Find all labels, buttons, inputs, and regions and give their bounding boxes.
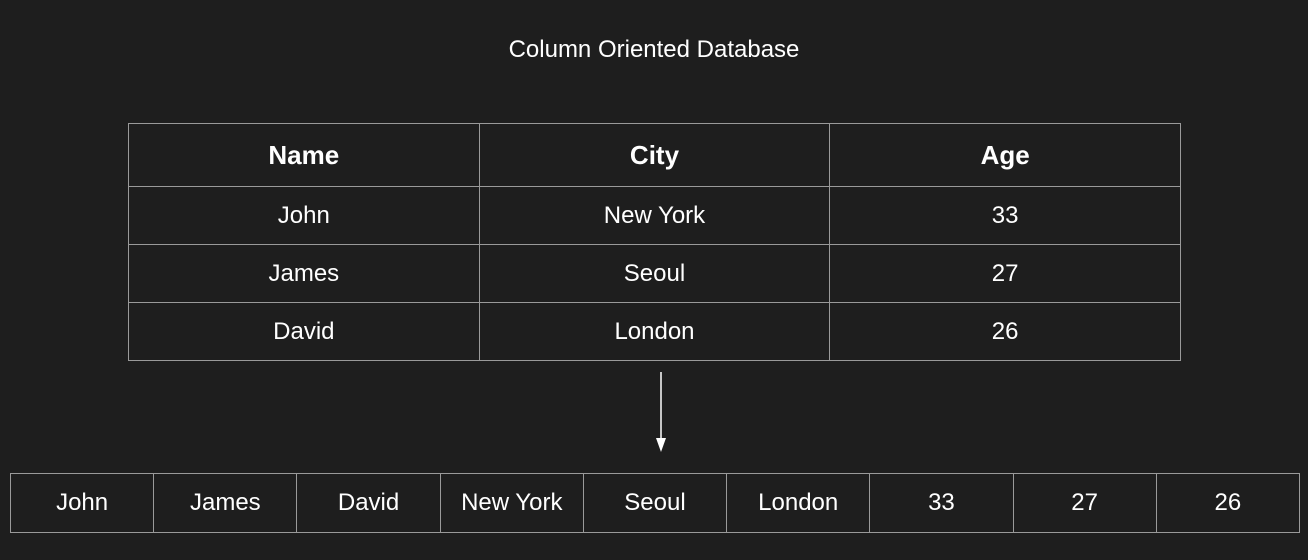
storage-cell: 33 (869, 473, 1014, 533)
storage-cell: 26 (1155, 473, 1301, 533)
storage-cell: New York (439, 473, 584, 533)
storage-cell: 27 (1012, 473, 1157, 533)
table-header-row: Name City Age (128, 123, 1181, 187)
column-storage-strip: John James David New York Seoul London 3… (9, 473, 1301, 533)
table-cell: John (128, 186, 480, 245)
table-row: John New York 33 (128, 186, 1181, 245)
table-cell: David (128, 302, 480, 361)
storage-cell: James (153, 473, 298, 533)
storage-cell: London (726, 473, 871, 533)
table-cell: 27 (829, 244, 1181, 303)
table-cell: New York (478, 186, 831, 245)
table-cell: London (478, 302, 831, 361)
table-cell: James (128, 244, 480, 303)
table-cell: Seoul (478, 244, 831, 303)
diagram-title: Column Oriented Database (508, 36, 800, 63)
table-cell: 26 (829, 302, 1181, 361)
header-city: City (478, 123, 831, 187)
row-table: Name City Age John New York 33 James Seo… (128, 123, 1181, 361)
storage-cell: John (9, 473, 155, 533)
storage-cell: Seoul (582, 473, 728, 533)
table-row: James Seoul 27 (128, 244, 1181, 303)
table-cell: 33 (829, 186, 1181, 245)
down-arrow-icon (656, 372, 666, 452)
header-age: Age (829, 123, 1181, 187)
header-name: Name (128, 123, 480, 187)
table-row: David London 26 (128, 302, 1181, 361)
storage-row: John James David New York Seoul London 3… (9, 473, 1301, 533)
storage-cell: David (296, 473, 441, 533)
